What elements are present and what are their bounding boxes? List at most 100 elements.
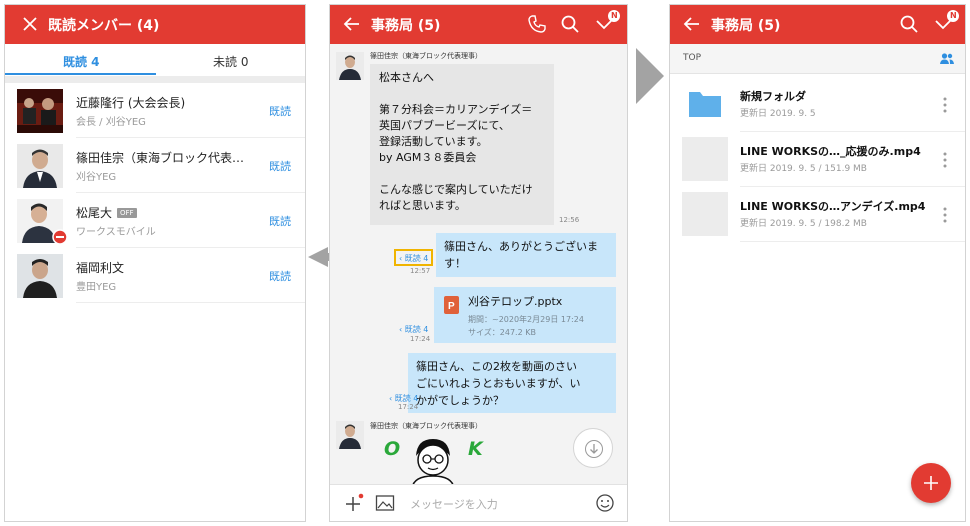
tab-read[interactable]: 既読 4: [63, 53, 100, 70]
message-input[interactable]: メッセージを入力: [410, 496, 498, 512]
message-line: ればと思います。: [379, 199, 466, 212]
video-thumbnail: [682, 192, 728, 236]
member-subtitle: 豊田YEG: [76, 282, 117, 293]
message-line: 篠田さん、ありがとうございま: [444, 240, 598, 253]
sent-message-bubble[interactable]: 篠田さん、ありがとうございま す！: [436, 233, 616, 277]
close-icon[interactable]: [19, 13, 41, 35]
breadcrumb-top[interactable]: TOP: [683, 53, 701, 63]
member-name: 福岡利文: [76, 261, 125, 275]
message-line: [379, 86, 545, 102]
sticker-text-left: O: [384, 438, 401, 460]
read-status: 既読: [269, 160, 291, 173]
file-name: LINE WORKSの…_応援のみ.mp4: [740, 145, 921, 158]
svg-text:P: P: [448, 301, 455, 312]
chat-screen: 事務局 (5) N 篠田佳宗（東海ブロック代表理事） 松本さんへ 第７分科会＝カ…: [329, 4, 628, 522]
member-row[interactable]: 篠田佳宗（東海ブロック代表… 刈谷YEG 既読: [5, 138, 305, 193]
more-vertical-icon[interactable]: [943, 151, 947, 169]
member-row[interactable]: 福岡利文 豊田YEG 既読: [5, 248, 305, 303]
member-row[interactable]: 松尾大 OFF ワークスモバイル 既読: [5, 193, 305, 248]
people-icon[interactable]: [939, 51, 955, 67]
message-line: こんな感じで案内していただけ: [379, 183, 533, 196]
file-name: 新規フォルダ: [740, 90, 806, 103]
member-row[interactable]: 近藤隆行 (大会会長) 会長 / 刈谷YEG 既読: [5, 83, 305, 138]
file-name: LINE WORKSの…アンデイズ.mp4: [740, 200, 926, 213]
file-row[interactable]: 新規フォルダ 更新日 2019. 9. 5: [670, 77, 965, 132]
received-message-bubble[interactable]: 松本さんへ 第７分科会＝カリアンデイズ＝ 英国パブブービーズにて、 登録活動して…: [370, 64, 554, 225]
folder-title: 事務局 (5): [711, 18, 781, 34]
sent-message-bubble[interactable]: 篠田さん、この2枚を動画のさい ごにいれようとおもいますが、い かがでしょうか？: [408, 353, 616, 413]
search-icon[interactable]: [898, 13, 920, 35]
file-meta: 更新日 2019. 9. 5 / 198.2 MB: [740, 219, 867, 229]
member-subtitle: 会長 / 刈谷YEG: [76, 117, 146, 128]
tutorial-composite: 既読メンバー (4) 既読 4 未読 0 近藤隆行 (大会会長) 会長 / 刈谷…: [0, 0, 970, 526]
avatar[interactable]: [336, 52, 364, 80]
arrow-down-icon: [585, 440, 603, 458]
member-name-line: 松尾大 OFF: [76, 204, 137, 221]
message-time: 12:57: [410, 267, 431, 275]
image-icon[interactable]: [375, 494, 395, 512]
chat-title: 事務局 (5): [371, 18, 441, 34]
avatar: [17, 254, 63, 298]
plus-icon: [924, 476, 938, 490]
active-tab-indicator: [5, 73, 156, 75]
back-arrow-icon[interactable]: [341, 13, 363, 35]
sticker-text-right: K: [468, 438, 483, 460]
folder-icon: [689, 92, 721, 117]
chat-area[interactable]: 篠田佳宗（東海ブロック代表理事） 松本さんへ 第７分科会＝カリアンデイズ＝ 英国…: [330, 44, 627, 488]
read-status: 既読: [269, 105, 291, 118]
read-members-screen: 既読メンバー (4) 既読 4 未読 0 近藤隆行 (大会会長) 会長 / 刈谷…: [4, 4, 306, 522]
notification-badge: N: [947, 10, 959, 22]
message-line: by AGM３８委員会: [379, 151, 477, 164]
avatar: [17, 144, 63, 188]
emoji-icon[interactable]: [595, 493, 615, 513]
phone-icon[interactable]: [526, 13, 548, 35]
member-subtitle: ワークスモバイル: [76, 227, 156, 238]
file-name: 刈谷テロップ.pptx: [468, 295, 563, 308]
more-vertical-icon[interactable]: [943, 206, 947, 224]
back-arrow-icon[interactable]: [681, 13, 703, 35]
file-row[interactable]: LINE WORKSの…_応援のみ.mp4 更新日 2019. 9. 5 / 1…: [670, 132, 965, 187]
file-meta: 更新日 2019. 9. 5 / 151.9 MB: [740, 164, 867, 174]
add-button[interactable]: [911, 463, 951, 503]
sender-name: 篠田佳宗（東海ブロック代表理事）: [370, 422, 482, 430]
avatar: [17, 199, 68, 245]
file-message-bubble[interactable]: P 刈谷テロップ.pptx 期間：~2020年2月29日 17:24 サイズ：2…: [434, 287, 616, 343]
member-name: 近藤隆行 (大会会長): [76, 96, 186, 110]
breadcrumb: TOP: [670, 44, 965, 74]
scroll-to-bottom-button[interactable]: [573, 428, 613, 468]
read-members-title: 既読メンバー (4): [48, 18, 160, 34]
sticker-character-icon[interactable]: [408, 436, 458, 488]
message-line: 松本さんへ: [379, 71, 434, 84]
read-count-link[interactable]: ‹ 既読 4: [399, 253, 428, 264]
read-members-header: 既読メンバー (4): [5, 5, 305, 44]
off-badge: OFF: [117, 208, 137, 218]
read-count-link[interactable]: ‹ 既読 4: [399, 324, 428, 335]
file-meta: 更新日 2019. 9. 5: [740, 109, 816, 119]
search-icon[interactable]: [559, 13, 581, 35]
tab-unread[interactable]: 未読 0: [213, 53, 248, 70]
message-line: ごにいれようとおもいますが、い: [416, 377, 581, 390]
file-row[interactable]: LINE WORKSの…アンデイズ.mp4 更新日 2019. 9. 5 / 1…: [670, 187, 965, 242]
folder-header: 事務局 (5) N: [670, 5, 965, 44]
read-status: 既読: [269, 215, 291, 228]
sender-name: 篠田佳宗（東海ブロック代表理事）: [370, 52, 482, 60]
notification-badge-text: N: [611, 11, 618, 20]
message-time: 12:56: [559, 216, 580, 224]
chat-header: 事務局 (5) N: [330, 5, 627, 44]
file-size: サイズ：247.2 KB: [468, 328, 536, 337]
message-time: 17:24: [398, 403, 419, 411]
row-divider: [740, 241, 965, 242]
member-name: 篠田佳宗（東海ブロック代表…: [76, 151, 245, 165]
more-vertical-icon[interactable]: [943, 96, 947, 114]
message-line: す！: [444, 257, 466, 270]
message-time: 17:24: [410, 335, 431, 343]
plus-icon[interactable]: [342, 493, 364, 515]
notification-badge: N: [608, 10, 620, 22]
member-name: 松尾大: [76, 206, 113, 220]
avatar: [17, 89, 63, 133]
read-tabs: 既読 4 未読 0: [5, 44, 305, 76]
powerpoint-file-icon: P: [444, 296, 459, 314]
section-divider: [5, 76, 305, 83]
avatar[interactable]: [336, 421, 364, 449]
message-line: 第７分科会＝カリアンデイズ＝: [379, 103, 533, 116]
